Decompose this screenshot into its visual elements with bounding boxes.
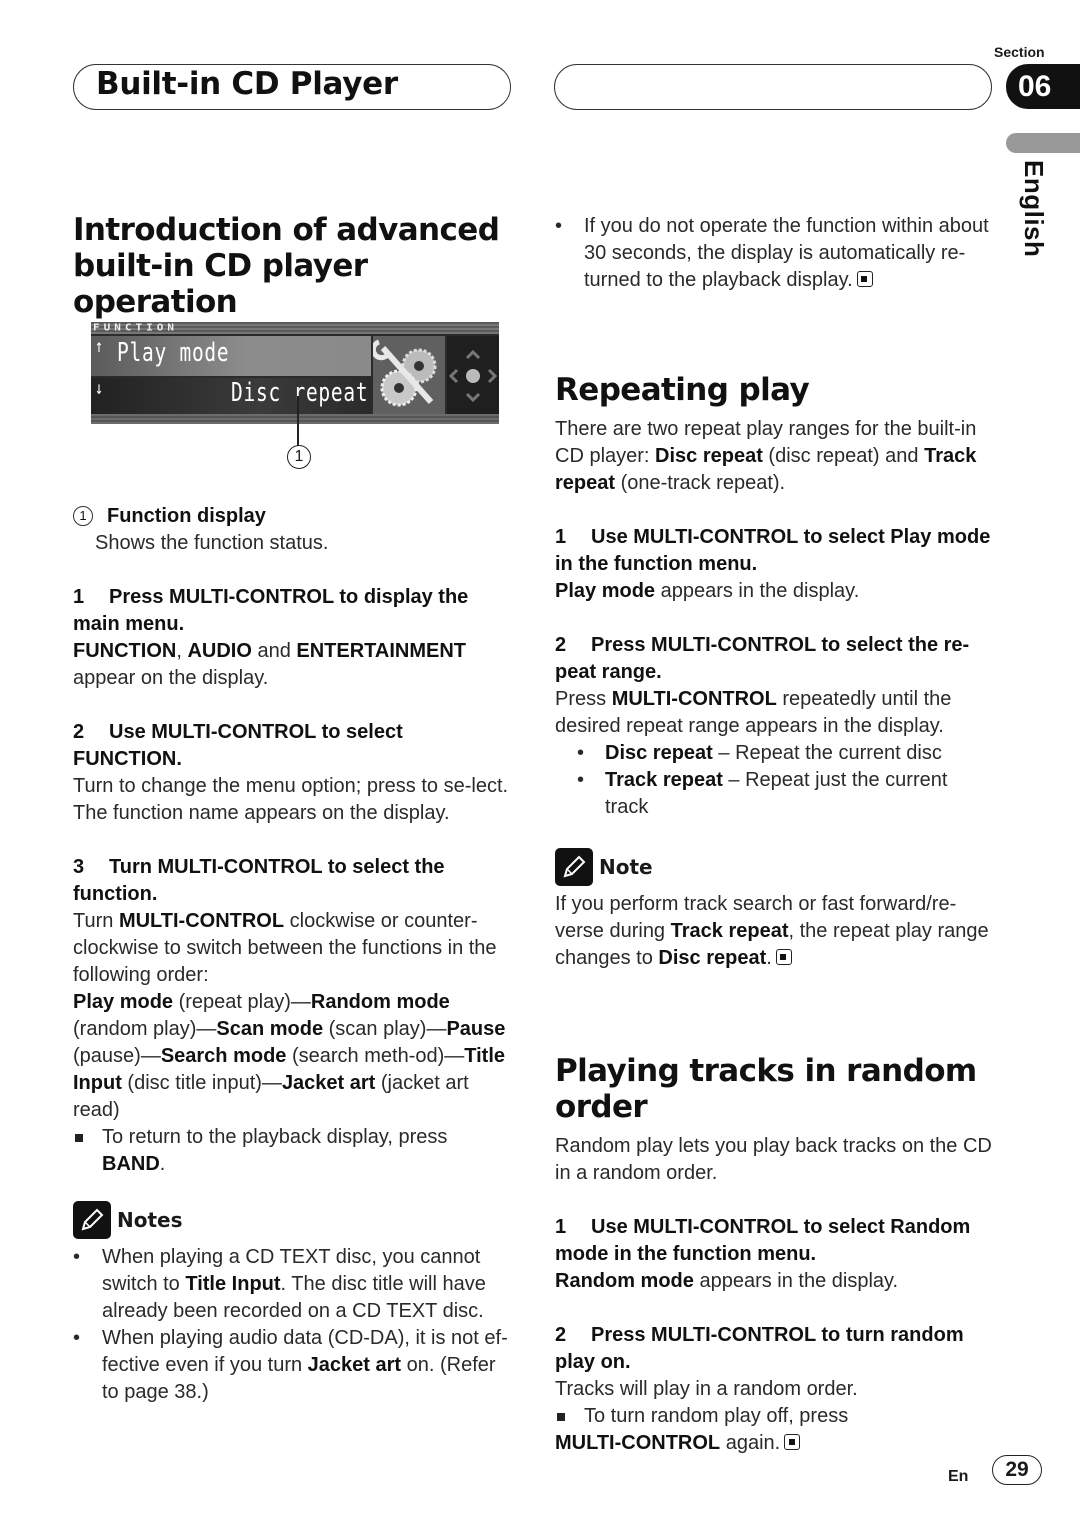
- repeat-option: • Disc repeat – Repeat the current disc: [577, 742, 942, 764]
- blank-header-frame: [554, 64, 992, 110]
- note-header: Note: [555, 847, 995, 887]
- repeat-intro: There are two repeat play ranges for the…: [555, 418, 977, 494]
- step-2-title: 2 Use MULTI-CONTROL to select FUNCTION.: [73, 721, 403, 770]
- note-label: Note: [599, 854, 653, 879]
- wrench-gears-icon: [370, 336, 445, 414]
- random-heading: Playing tracks in random order: [555, 1053, 977, 1125]
- intro-heading: Introduction of advanced built-in CD pla…: [73, 212, 500, 320]
- repeat-step-2-body: Press MULTI-CONTROL repeatedly until the…: [555, 688, 952, 737]
- random-intro: Random play lets you play back tracks on…: [555, 1135, 992, 1184]
- callout-number: 1: [287, 445, 311, 469]
- return-instruction: To return to the playback display, press…: [73, 1124, 513, 1178]
- lcd-bottom-bar: [91, 414, 499, 424]
- repeat-heading: Repeating play: [555, 372, 810, 408]
- nav-joystick-icon: [447, 336, 499, 414]
- down-arrow-icon: ↓: [95, 378, 104, 399]
- section-number-tab: 06: [1006, 64, 1080, 109]
- random-step-2-body: Tracks will play in a random order.: [555, 1378, 858, 1400]
- function-order-list: Play mode (repeat play)—Random mode (ran…: [73, 991, 506, 1121]
- function-name: Jacket art: [281, 1072, 376, 1094]
- step-3-body: Turn MULTI-CONTROL clockwise or counter-…: [73, 910, 497, 986]
- repeat-section: Repeating play There are two repeat play…: [555, 372, 995, 972]
- lcd-line-2: Disc repeat: [231, 378, 369, 408]
- pencil-note-icon: [555, 848, 593, 886]
- notes-header: Notes: [73, 1200, 513, 1240]
- lcd-line-1: Play mode: [117, 338, 230, 368]
- random-step-1-body: Random mode appears in the display.: [555, 1270, 899, 1292]
- repeat-note-text: If you perform track search or fast forw…: [555, 893, 989, 969]
- end-mark-icon: [856, 271, 873, 287]
- chapter-title: Built-in CD Player: [96, 66, 398, 102]
- left-body: 1 Function display Shows the function sta…: [73, 503, 513, 1406]
- lcd-function-label: FUNCTION: [93, 322, 178, 334]
- square-bullet-icon: [75, 1134, 83, 1142]
- end-mark-icon: [775, 949, 792, 965]
- square-bullet-icon: [557, 1413, 565, 1421]
- function-display-illustration: FUNCTION ↑ ↓ Play mode Disc repeat: [91, 322, 499, 424]
- legend-number: 1: [73, 506, 93, 526]
- timeout-note: • If you do not operate the function with…: [555, 215, 989, 291]
- step-3-title: 3 Turn MULTI-CONTROL to select the functi…: [73, 856, 445, 905]
- step-2-body-2: The function name appears on the display…: [73, 802, 450, 824]
- section-label: Section: [994, 44, 1045, 60]
- repeat-step-1-body: Play mode appears in the display.: [555, 580, 860, 602]
- step-1-title: 1 Press MULTI-CONTROL to display the main…: [73, 586, 469, 635]
- repeat-step-1-title: 1 Use MULTI-CONTROL to select Play mode i…: [555, 526, 991, 575]
- random-off-instruction: To turn random play off, press: [555, 1403, 1005, 1430]
- step-1-body: FUNCTION, AUDIO and ENTERTAINMENT appear …: [73, 640, 467, 689]
- right-top: • If you do not operate the function with…: [555, 213, 995, 294]
- random-off-instruction-cont: MULTI-CONTROL again.: [555, 1430, 1005, 1457]
- function-name: Scan mode: [216, 1018, 324, 1040]
- callout-line: [297, 396, 299, 446]
- pencil-note-icon: [73, 1201, 111, 1239]
- function-name: Pause: [446, 1018, 506, 1040]
- legend-title: Function display: [107, 505, 266, 527]
- function-name: Play mode: [73, 991, 174, 1013]
- repeat-option: • Track repeat – Repeat just the current …: [577, 769, 948, 818]
- function-name: Random mode: [310, 991, 450, 1013]
- footer-language-code: En: [948, 1468, 969, 1485]
- random-step-1-title: 1 Use MULTI-CONTROL to select Random mode…: [555, 1216, 971, 1265]
- step-2-body-1: Turn to change the menu option; press to…: [73, 775, 509, 797]
- notes-label: Notes: [117, 1207, 183, 1232]
- legend-item: 1 Function display: [73, 503, 513, 530]
- page-number: 29: [992, 1455, 1042, 1485]
- legend-desc: Shows the function status.: [95, 532, 329, 554]
- function-name: Search mode: [160, 1045, 287, 1067]
- random-section: Playing tracks in random order Random pl…: [555, 1053, 1005, 1457]
- up-arrow-icon: ↑: [95, 336, 104, 357]
- note-item: • When playing audio data (CD-DA), it is …: [73, 1327, 508, 1403]
- note-item: • When playing a CD TEXT disc, you cannot…: [73, 1246, 486, 1322]
- language-label: English: [1019, 160, 1049, 258]
- intro-section: Introduction of advanced built-in CD pla…: [73, 212, 513, 320]
- repeat-step-2-title: 2 Press MULTI-CONTROL to select the re-pe…: [555, 634, 970, 683]
- language-tab: [1006, 133, 1080, 153]
- end-mark-icon: [784, 1434, 801, 1450]
- random-step-2-title: 2 Press MULTI-CONTROL to turn random play…: [555, 1324, 964, 1373]
